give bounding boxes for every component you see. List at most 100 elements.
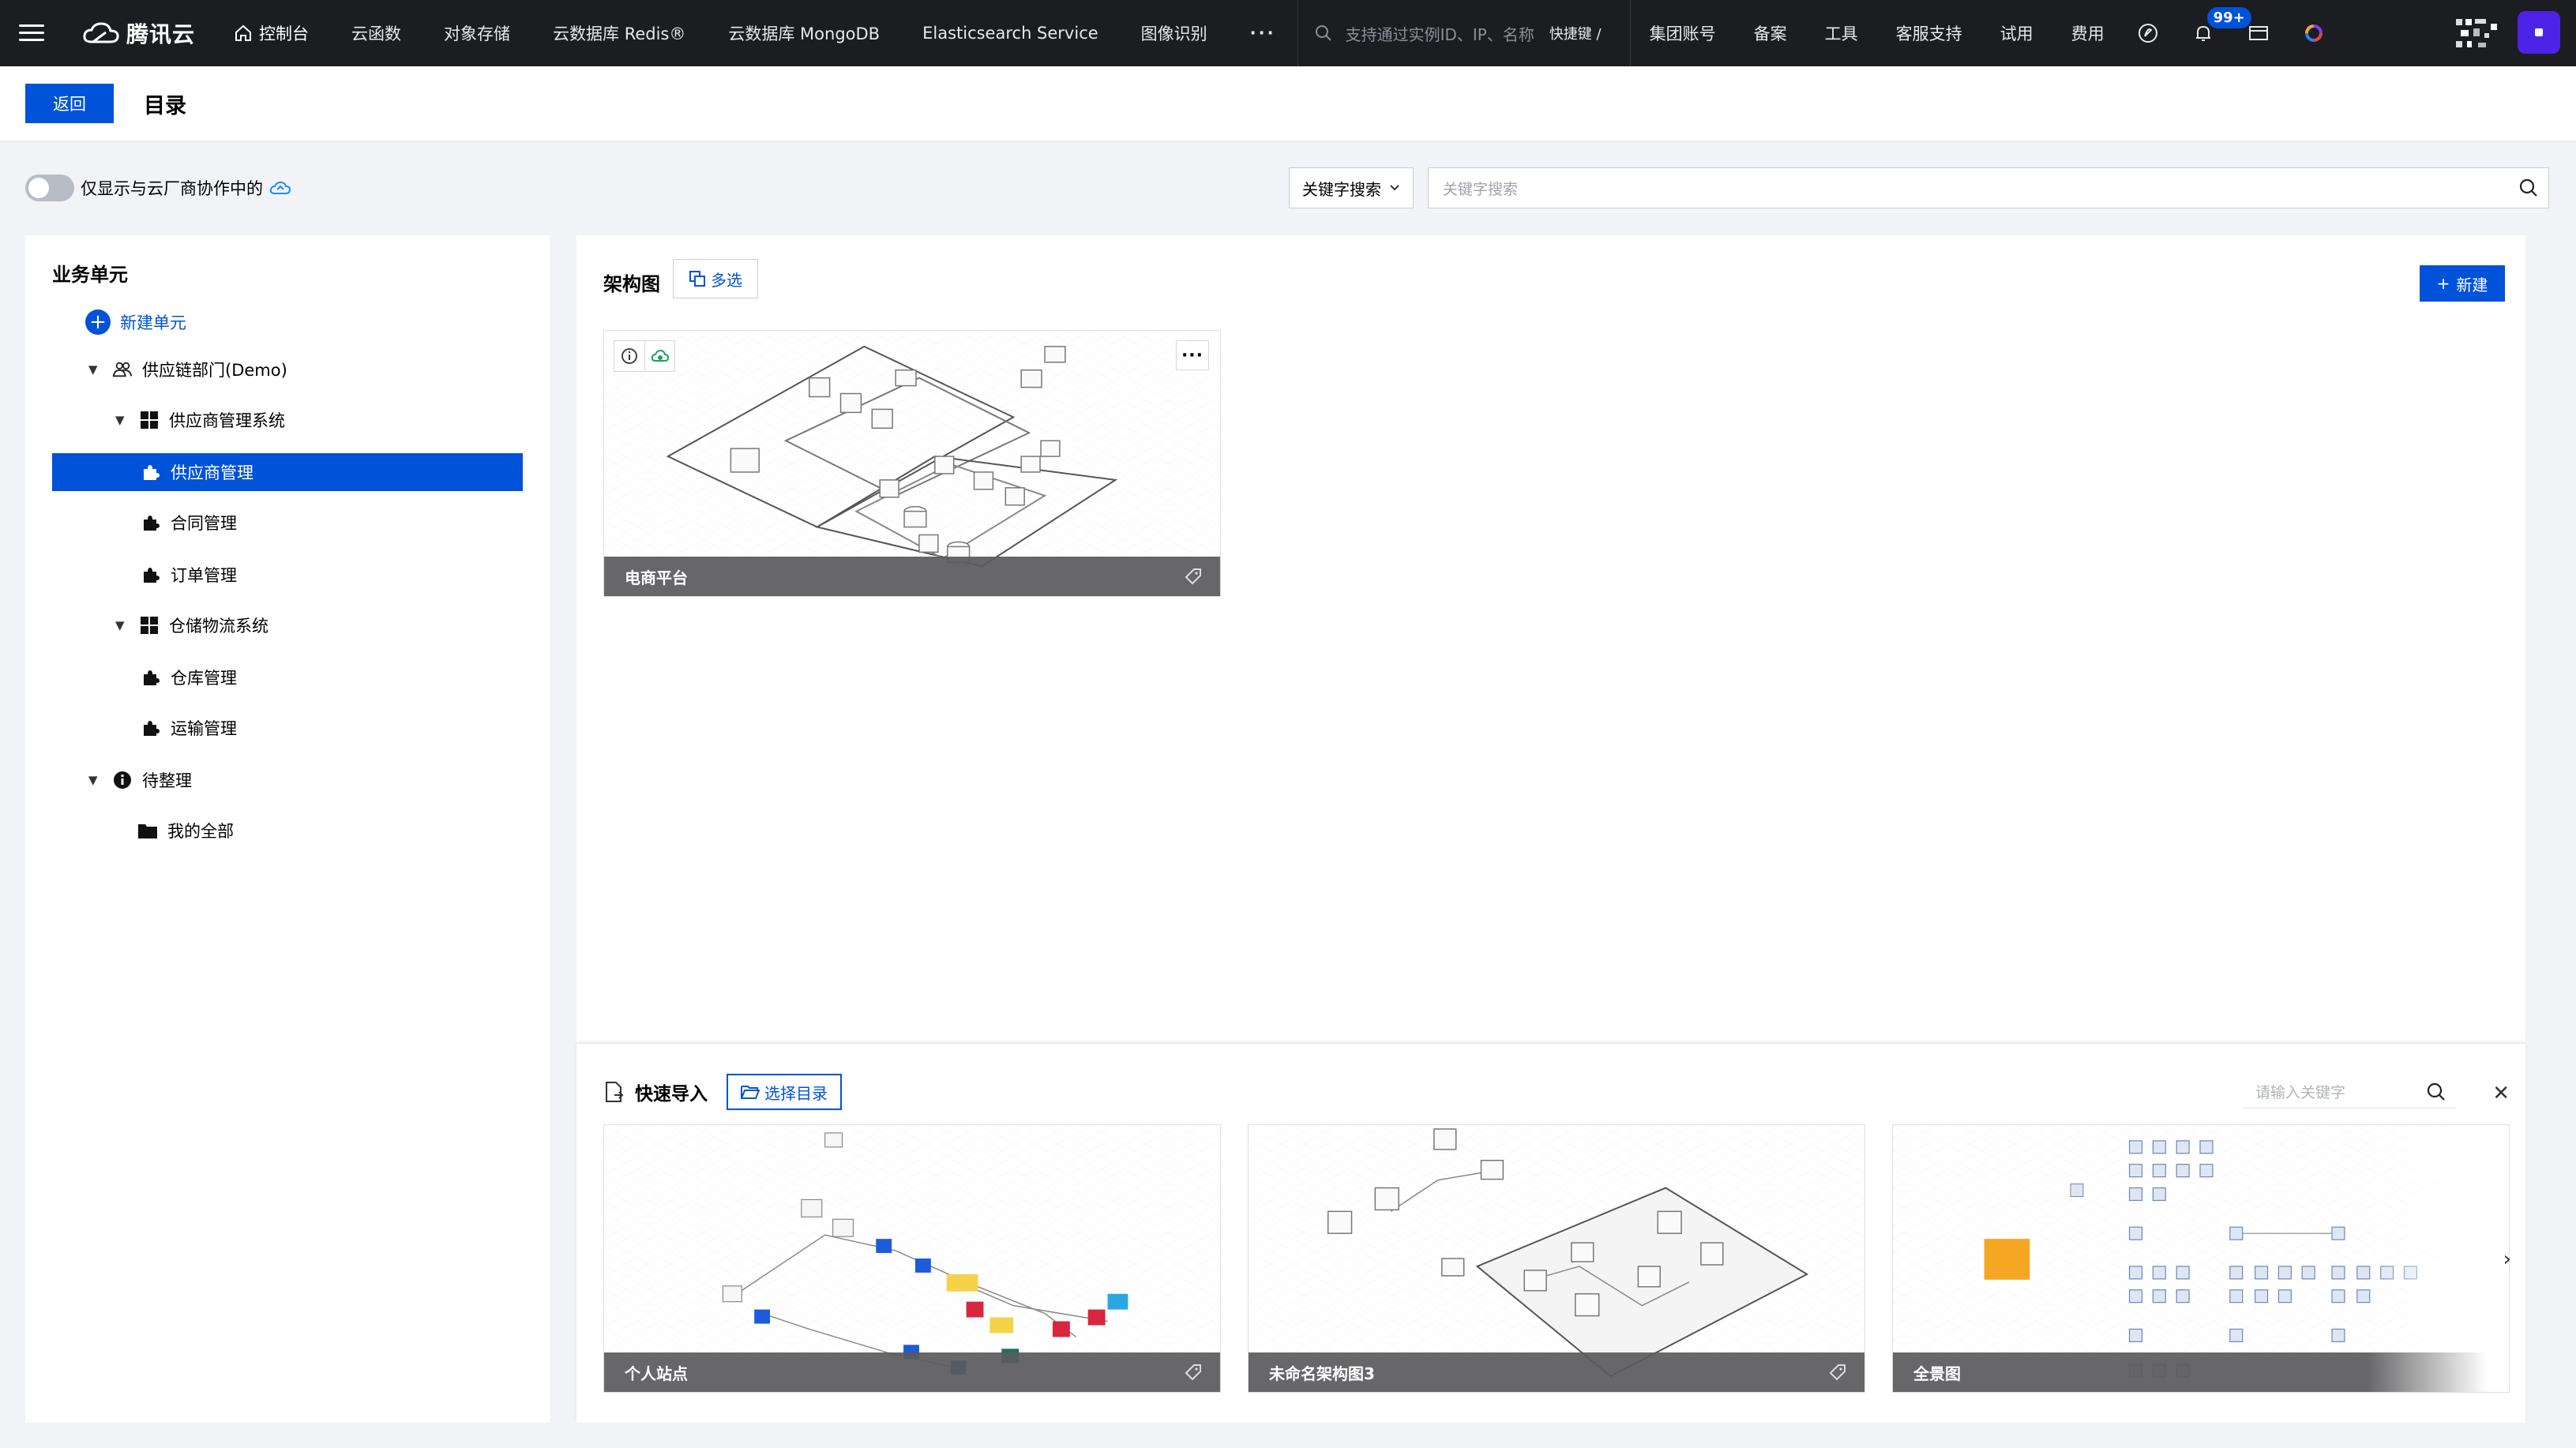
diagram-card[interactable]: ··· 电商平台	[603, 330, 1221, 597]
caret-down-icon[interactable]: ▼	[115, 413, 130, 427]
tree-node-warehouse-system[interactable]: ▼ 仓储物流系统	[52, 606, 268, 644]
caret-down-icon[interactable]: ▼	[88, 773, 103, 787]
tree-node-pending[interactable]: ▼ 待整理	[52, 761, 192, 799]
nav-more-button[interactable]: ···	[1229, 0, 1297, 66]
select-directory-label: 选择目录	[764, 1083, 828, 1103]
color-ring-icon[interactable]	[2302, 21, 2326, 45]
tree-node-label: 我的全部	[167, 822, 234, 841]
tag-icon[interactable]	[1184, 567, 1203, 586]
puzzle-icon	[141, 512, 161, 533]
brand-logo[interactable]: 腾讯云	[82, 17, 195, 49]
search-type-select[interactable]: 关键字搜索	[1289, 167, 1414, 208]
tree-node-label: 仓库管理	[171, 669, 237, 688]
cloud-vendor-icon	[269, 181, 291, 194]
search-type-value: 关键字搜索	[1302, 179, 1381, 199]
chevron-right-icon[interactable]: ›	[2503, 1247, 2511, 1271]
template-card[interactable]: 全景图	[1892, 1124, 2510, 1393]
more-options-button[interactable]: ···	[1176, 340, 1209, 370]
shortcut-hint: 快捷键 /	[1549, 26, 1602, 43]
plus-circle-icon: +	[85, 309, 111, 335]
tag-icon[interactable]	[1184, 1363, 1203, 1382]
new-unit-label: 新建单元	[120, 313, 186, 332]
template-card-title: 未命名架构图3	[1249, 1352, 1864, 1392]
tag-icon[interactable]	[1828, 1363, 1847, 1382]
tree-node-label: 供应商管理	[171, 463, 253, 482]
business-unit-title: 业务单元	[52, 264, 128, 286]
search-icon[interactable]	[2518, 178, 2539, 198]
select-directory-button[interactable]: 选择目录	[727, 1074, 842, 1110]
tree-node-transport-management[interactable]: 运输管理	[52, 709, 237, 747]
quick-import-search-placeholder: 请输入关键字	[2255, 1084, 2346, 1101]
nav-console[interactable]: 控制台	[212, 0, 330, 66]
nav-trial[interactable]: 试用	[1981, 21, 2052, 45]
chevron-down-icon	[1390, 185, 1399, 191]
quick-import-search-input[interactable]: 请输入关键字	[2243, 1075, 2456, 1109]
nav-scf[interactable]: 云函数	[330, 0, 422, 66]
folder-icon	[137, 820, 158, 841]
tree-node-label: 供应商管理系统	[169, 411, 285, 430]
new-unit-button[interactable]: + 新建单元	[85, 309, 186, 335]
close-icon[interactable]: ✕	[2492, 1082, 2510, 1105]
qr-code-icon[interactable]	[2454, 16, 2502, 51]
tree-node-supplier-system[interactable]: ▼ 供应商管理系统	[52, 401, 285, 439]
cloud-sync-icon[interactable]	[644, 341, 674, 371]
nav-mongodb[interactable]: 云数据库 MongoDB	[707, 0, 901, 66]
quick-import-header: 快速导入	[603, 1078, 708, 1105]
collaboration-toggle[interactable]	[25, 174, 74, 201]
nav-image-recognition[interactable]: 图像识别	[1120, 0, 1229, 66]
multi-select-button[interactable]: 多选	[673, 259, 758, 298]
nav-billing[interactable]: 费用	[2052, 21, 2124, 45]
tree-node-contract-management[interactable]: 合同管理	[52, 504, 237, 542]
keyword-search-input[interactable]: 关键字搜索	[1428, 167, 2549, 208]
search-icon[interactable]	[2426, 1082, 2446, 1102]
multi-select-label: 多选	[711, 270, 742, 290]
template-card-title: 个人站点	[604, 1352, 1220, 1392]
back-button[interactable]: 返回	[25, 84, 114, 123]
plus-icon: +	[2436, 274, 2450, 293]
puzzle-icon	[141, 718, 161, 738]
tree-node-supply-chain-dept[interactable]: ▼ 供应链部门(Demo)	[52, 351, 287, 388]
tree-node-label: 订单管理	[171, 566, 237, 585]
nav-elasticsearch[interactable]: Elasticsearch Service	[901, 0, 1120, 66]
template-card[interactable]: 未命名架构图3	[1248, 1124, 1865, 1393]
nav-cos[interactable]: 对象存储	[422, 0, 531, 66]
new-diagram-button[interactable]: + 新建	[2420, 265, 2505, 302]
tree-node-warehouse-management[interactable]: 仓库管理	[52, 658, 237, 696]
nav-support[interactable]: 客服支持	[1877, 21, 1981, 45]
tree-node-label: 供应链部门(Demo)	[142, 361, 287, 380]
tree-node-supplier-management[interactable]: 供应商管理	[52, 453, 523, 491]
collaboration-toggle-label: 仅显示与云厂商协作中的	[81, 179, 263, 198]
ai-assistant-icon[interactable]	[2136, 21, 2160, 45]
tree-node-label: 待整理	[142, 771, 192, 790]
import-file-icon	[606, 1082, 624, 1102]
nav-group-account[interactable]: 集团账号	[1631, 21, 1735, 45]
page-title: 目录	[144, 93, 186, 118]
quick-import-panel: 快速导入 选择目录 请输入关键字 ✕ 个人站点 未命名架构图3 全景图 ›	[576, 1044, 2525, 1423]
tree-node-all-mine[interactable]: 我的全部	[52, 812, 234, 850]
caret-down-icon[interactable]: ▼	[115, 618, 130, 632]
ticket-icon[interactable]	[2247, 21, 2270, 45]
avatar[interactable]	[2518, 11, 2560, 54]
copy-icon	[689, 271, 705, 287]
brand-name: 腾讯云	[126, 21, 196, 47]
system-grid-icon	[139, 615, 160, 636]
nav-tools[interactable]: 工具	[1806, 21, 1877, 45]
top-navigation-bar: 腾讯云 控制台 云函数 对象存储 云数据库 Redis® 云数据库 MongoD…	[0, 0, 2576, 66]
menu-icon[interactable]	[0, 0, 63, 66]
diagram-card-title: 电商平台	[604, 557, 1220, 596]
filter-bar: 仅显示与云厂商协作中的 关键字搜索 关键字搜索	[25, 167, 2549, 208]
search-icon	[1315, 25, 1331, 41]
architecture-diagram-title: 架构图	[603, 273, 660, 295]
team-icon	[112, 359, 133, 380]
global-search-placeholder: 支持通过实例ID、IP、名称	[1345, 24, 1534, 44]
bell-icon[interactable]: 99+	[2191, 6, 2253, 45]
global-search[interactable]: 支持通过实例ID、IP、名称 快捷键 /	[1298, 0, 1630, 66]
nav-icp-filing[interactable]: 备案	[1735, 21, 1806, 45]
folder-open-icon	[741, 1086, 760, 1099]
tree-node-order-management[interactable]: 订单管理	[52, 556, 237, 594]
nav-redis[interactable]: 云数据库 Redis®	[531, 0, 707, 66]
tree-node-label: 运输管理	[171, 719, 237, 738]
caret-down-icon[interactable]: ▼	[88, 362, 103, 377]
template-card[interactable]: 个人站点	[603, 1124, 1221, 1393]
info-icon[interactable]	[614, 341, 644, 371]
